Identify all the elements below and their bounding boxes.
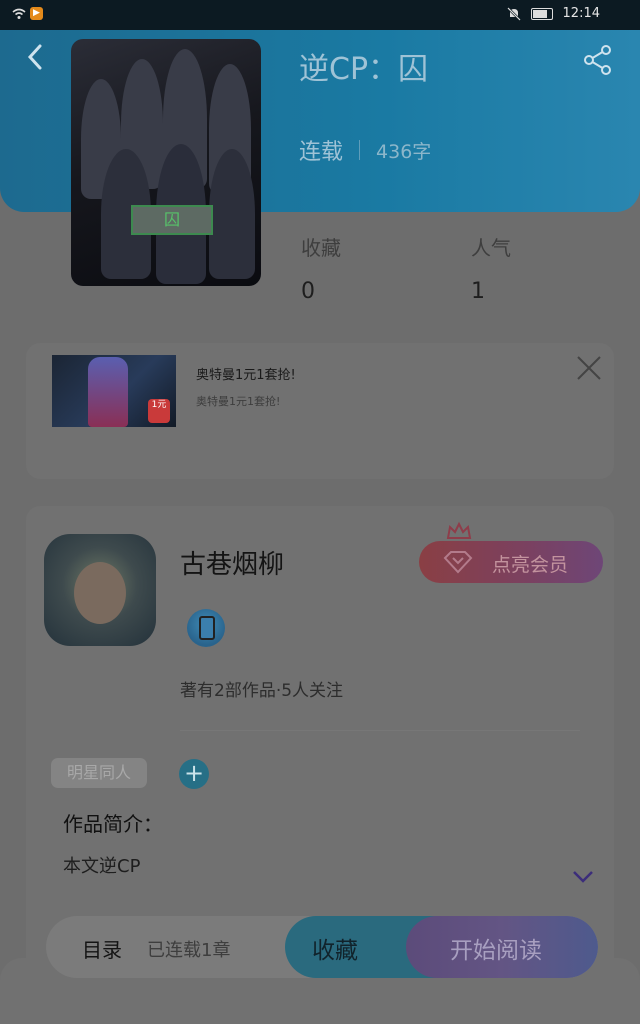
- cover-figure: [209, 149, 255, 279]
- intro-heading: 作品简介：: [63, 812, 163, 836]
- ad-subtitle: 奥特曼1元1套抢!: [196, 395, 281, 408]
- vip-button-label: 点亮会员: [492, 554, 569, 576]
- ad-price-tag: 1元: [148, 399, 170, 423]
- status-right: 12:14: [506, 6, 600, 21]
- toc-button[interactable]: 目录: [82, 934, 122, 963]
- status-time: 12:14: [562, 6, 600, 21]
- badge-phone-icon: [199, 616, 215, 640]
- diamond-icon: [443, 551, 473, 574]
- ad-title[interactable]: 奥特曼1元1套抢!: [196, 364, 296, 383]
- author-level-badge-icon[interactable]: [187, 609, 225, 647]
- book-cover[interactable]: 囚: [71, 39, 261, 286]
- vip-button[interactable]: 点亮会员: [419, 541, 603, 583]
- book-title: 逆CP：囚: [299, 52, 429, 87]
- category-tag[interactable]: 明星同人: [51, 758, 147, 788]
- battery-icon: [530, 7, 553, 20]
- author-name[interactable]: 古巷烟柳: [180, 544, 284, 581]
- status-left: ▶: [12, 7, 43, 20]
- start-reading-label: 开始阅读: [450, 938, 542, 964]
- bottom-action-bar: 目录 已连载1章 收藏 开始阅读: [46, 916, 598, 978]
- popularity-label: 人气: [471, 236, 511, 260]
- add-tag-button[interactable]: +: [179, 759, 209, 789]
- word-count: 436字: [376, 140, 432, 163]
- ad-image[interactable]: 1元: [52, 355, 176, 427]
- chevron-down-icon[interactable]: [570, 866, 596, 886]
- favorites-value: 0: [301, 279, 315, 304]
- status-bar: ▶ 12:14: [0, 0, 640, 30]
- intro-text: 本文逆CP: [63, 856, 141, 877]
- close-icon[interactable]: [575, 354, 603, 382]
- author-avatar[interactable]: [44, 534, 156, 646]
- mute-bell-icon: [506, 6, 521, 21]
- cover-title-tag: 囚: [131, 205, 213, 235]
- start-reading-button[interactable]: 开始阅读: [406, 916, 598, 978]
- chevron-left-icon: [27, 44, 42, 70]
- favorites-label: 收藏: [301, 236, 341, 260]
- popularity-stat: 人气 1: [471, 232, 511, 304]
- avatar-face: [74, 562, 126, 624]
- chapter-count: 已连载1章: [147, 940, 231, 961]
- favorite-button-label: 收藏: [312, 938, 358, 964]
- favorites-stat: 收藏 0: [301, 232, 341, 304]
- app-notification-icon: ▶: [30, 7, 43, 20]
- book-meta: 连载 436字: [299, 134, 431, 166]
- back-button[interactable]: [22, 42, 48, 72]
- wifi-icon: [12, 8, 26, 19]
- ad-character: [88, 357, 128, 427]
- share-icon[interactable]: [582, 44, 614, 76]
- serial-status: 连载: [299, 140, 344, 165]
- crown-icon: [446, 521, 472, 539]
- meta-divider: [359, 140, 361, 160]
- author-divider: [180, 730, 580, 731]
- popularity-value: 1: [471, 279, 485, 304]
- author-works-info: 著有2部作品·5人关注: [180, 681, 344, 701]
